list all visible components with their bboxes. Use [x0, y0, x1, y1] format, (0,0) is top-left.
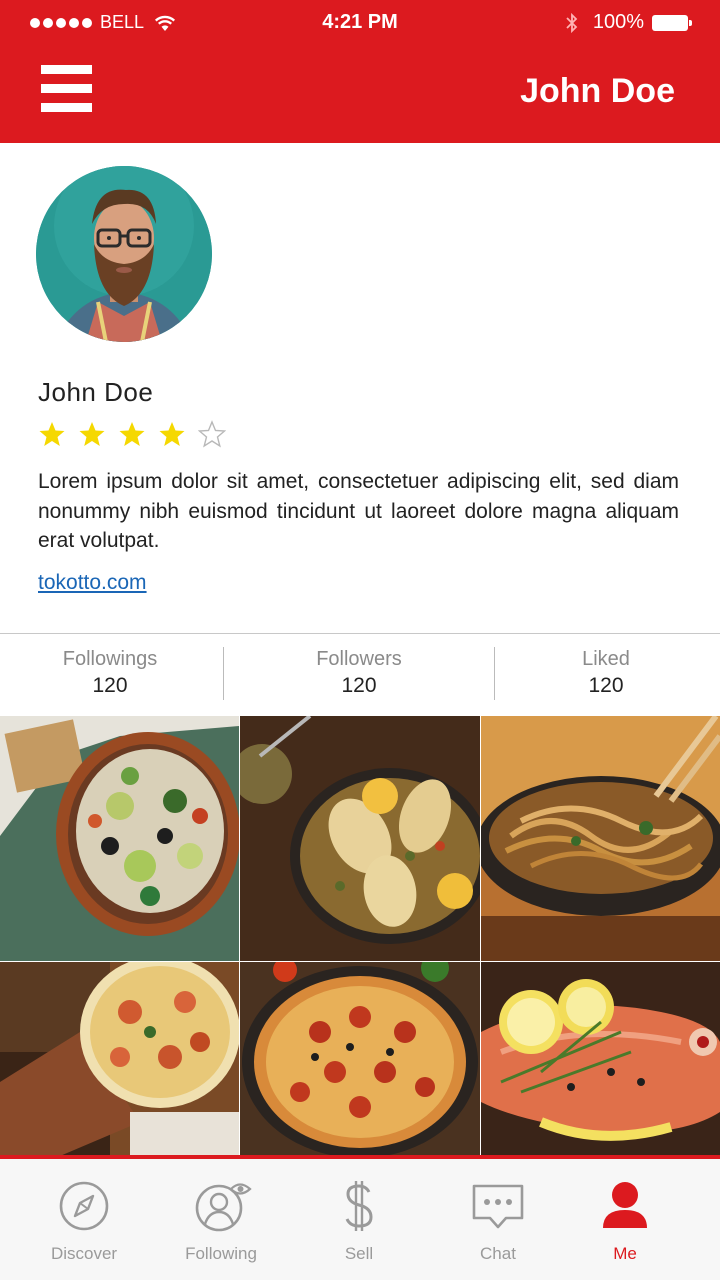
tab-sell[interactable]: Sell	[287, 1159, 431, 1280]
avatar[interactable]	[36, 166, 212, 342]
pepperoni-pizza-photo[interactable]	[240, 962, 480, 1156]
tab-label: Me	[613, 1244, 637, 1263]
tab-label: Chat	[480, 1244, 516, 1263]
user-eye-icon	[195, 1183, 252, 1232]
fish-lemon-photo[interactable]	[481, 962, 720, 1156]
spaghetti-photo[interactable]	[481, 716, 720, 961]
tab-following[interactable]: Following	[149, 1159, 293, 1280]
app-header: BELL 4:21 PM 100% John Doe	[0, 0, 720, 143]
stat-value: 120	[341, 674, 377, 697]
star-filled-icon	[79, 422, 105, 446]
photo-grid	[0, 716, 720, 1156]
person-icon	[603, 1182, 647, 1228]
pizza-board-photo[interactable]	[0, 962, 239, 1156]
star-empty-icon	[198, 420, 226, 448]
tab-label: Sell	[344, 1244, 374, 1263]
stat-label: Followings	[62, 648, 158, 670]
stat-liked[interactable]: Liked 120	[495, 634, 717, 717]
compass-icon	[59, 1181, 109, 1231]
profile-name: John Doe	[38, 377, 154, 407]
dollar-icon	[345, 1181, 373, 1231]
stat-followers[interactable]: Followers 120	[224, 634, 494, 717]
website-link[interactable]: tokotto.com	[38, 571, 147, 595]
chicken-pan-photo[interactable]	[240, 716, 480, 961]
tab-me[interactable]: Me	[553, 1159, 697, 1280]
chat-bubble-icon	[472, 1184, 524, 1229]
battery-info: 100%	[565, 11, 692, 34]
stats-bar: Followings 120 Followers 120 Liked 120	[0, 633, 720, 716]
stat-followings[interactable]: Followings 120	[0, 634, 220, 717]
stat-label: Liked	[582, 648, 630, 670]
star-filled-icon	[39, 422, 65, 446]
rating-stars	[38, 420, 226, 448]
bluetooth-icon	[566, 12, 578, 33]
status-bar: BELL 4:21 PM 100%	[0, 0, 720, 46]
stat-value: 120	[92, 674, 128, 697]
stat-value: 120	[588, 674, 624, 697]
salad-bowl-photo[interactable]	[0, 716, 239, 961]
tab-chat[interactable]: Chat	[426, 1159, 570, 1280]
star-filled-icon	[119, 422, 145, 446]
page-title: John Doe	[520, 72, 675, 110]
battery-percent: 100%	[592, 11, 644, 33]
hamburger-menu-icon[interactable]	[41, 65, 92, 112]
profile-bio: Lorem ipsum dolor sit amet, consectetuer…	[38, 470, 679, 552]
tab-label: Discover	[50, 1244, 118, 1263]
star-filled-icon	[159, 422, 185, 446]
battery-icon	[652, 14, 692, 31]
stat-label: Followers	[316, 648, 402, 670]
tab-discover[interactable]: Discover	[12, 1159, 156, 1280]
tab-bar: Discover Following Sell Chat Me	[0, 1155, 720, 1280]
tab-label: Following	[185, 1244, 257, 1263]
